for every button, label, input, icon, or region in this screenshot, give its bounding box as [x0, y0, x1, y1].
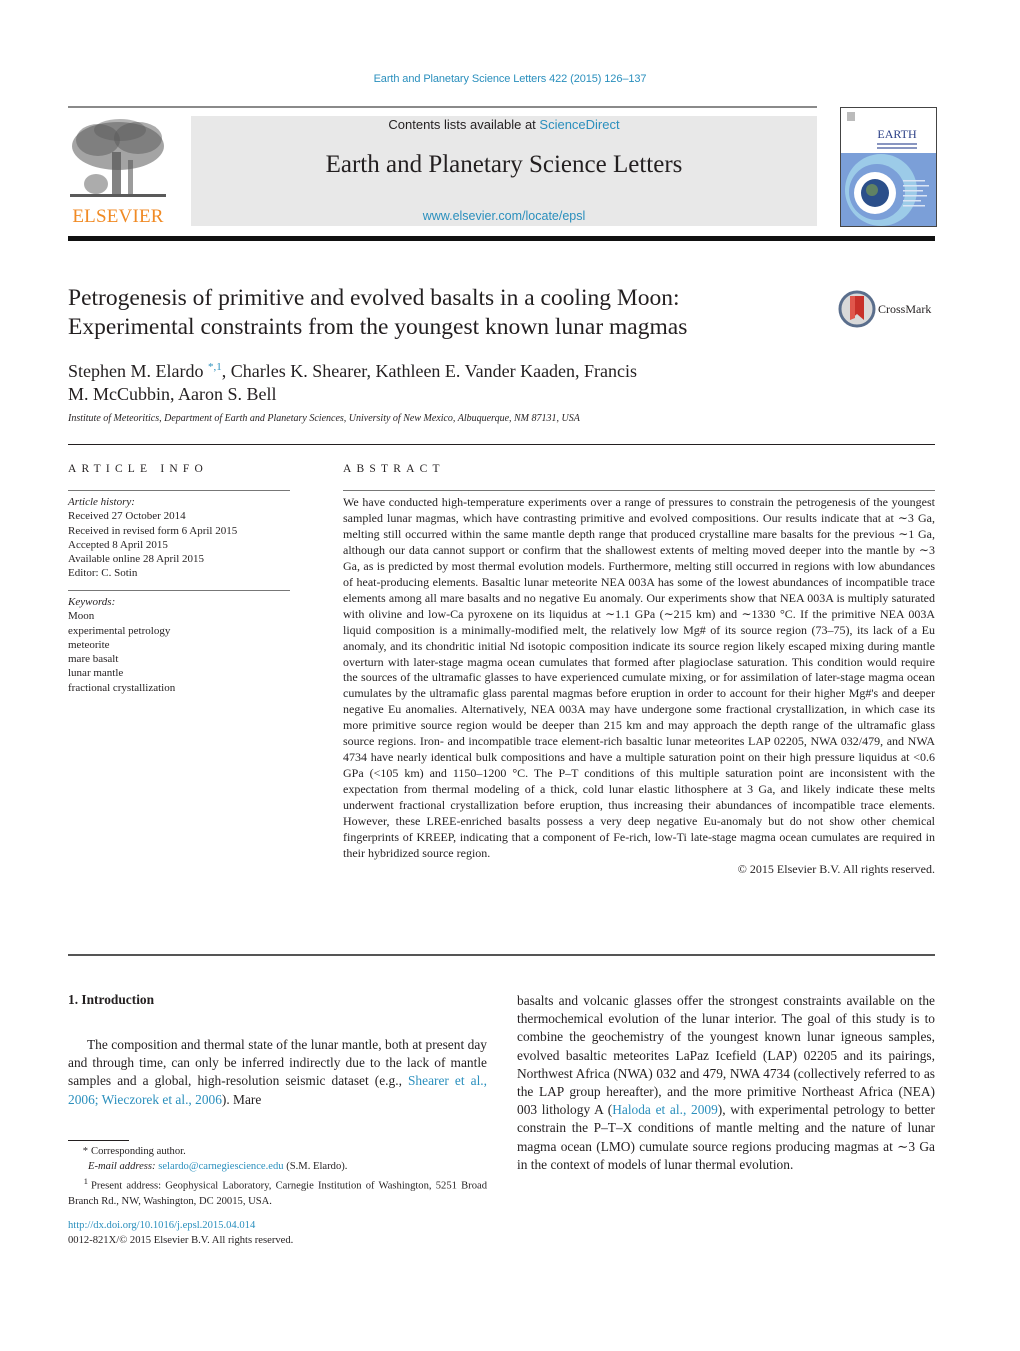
contents-prefix: Contents lists available at — [388, 117, 540, 132]
journal-reference[interactable]: Earth and Planetary Science Letters 422 … — [0, 73, 1020, 85]
title-separator — [68, 444, 935, 445]
footnote-mark: 1 — [83, 1176, 88, 1186]
contents-line: Contents lists available at ScienceDirec… — [191, 117, 817, 132]
footnote-present-address: 1 Present address: Geophysical Laboratory… — [68, 1174, 487, 1209]
citation-link[interactable]: Haloda et al., 2009 — [612, 1102, 718, 1117]
history-item: Available online 28 April 2015 — [68, 553, 205, 566]
crossmark-badge[interactable]: CrossMark — [838, 290, 938, 328]
email-label: E-mail address: — [88, 1161, 156, 1172]
keyword-item: fractional crystallization — [68, 681, 176, 694]
keywords-label: Keywords: — [68, 596, 116, 608]
intro-paragraph-1-continued: basalts and volcanic glasses offer the s… — [517, 992, 935, 1174]
abstract-copyright: © 2015 Elsevier B.V. All rights reserved… — [737, 861, 935, 876]
keyword-item: meteorite — [68, 638, 110, 651]
crossmark-label: CrossMark — [878, 302, 932, 316]
journal-cover-thumbnail[interactable]: EARTH — [840, 107, 937, 227]
keywords: Keywords: Moon experimental petrology me… — [68, 595, 175, 695]
intro-text: ). Mare — [221, 1091, 262, 1107]
article-title-line-2: Experimental constraints from the younge… — [68, 314, 688, 340]
author-line-2: M. McCubbin, Aaron S. Bell — [68, 384, 277, 404]
abstract-heading: ABSTRACT — [343, 463, 445, 475]
article-history-label: Article history: — [68, 496, 135, 508]
author-corresponding[interactable]: Stephen M. Elardo — [68, 361, 203, 381]
keyword-item: mare basalt — [68, 653, 119, 666]
elsevier-wordmark: ELSEVIER — [72, 206, 164, 227]
article-info-heading: ARTICLE INFO — [68, 463, 208, 475]
abstract-bottom-rule — [68, 954, 935, 956]
article-info-rule — [68, 490, 290, 491]
author-list-rest: , Charles K. Shearer, Kathleen E. Vander… — [221, 361, 638, 381]
body-column-right: basalts and volcanic glasses offer the s… — [517, 992, 935, 1174]
elsevier-logo[interactable]: ELSEVIER — [68, 116, 168, 228]
issn-copyright: 0012-821X/© 2015 Elsevier B.V. All right… — [68, 1235, 294, 1246]
doi-link[interactable]: http://dx.doi.org/10.1016/j.epsl.2015.04… — [68, 1218, 293, 1233]
header-thick-rule — [68, 236, 935, 241]
email-link[interactable]: selardo@carnegiescience.edu — [158, 1161, 283, 1172]
article-title-line-1: Petrogenesis of primitive and evolved ba… — [68, 285, 680, 311]
journal-title: Earth and Planetary Science Letters — [325, 151, 683, 178]
doi-block: http://dx.doi.org/10.1016/j.epsl.2015.04… — [68, 1218, 293, 1248]
author-list: Stephen M. Elardo *,1, Charles K. Sheare… — [68, 356, 768, 406]
abstract: We have conducted high-temperature exper… — [343, 495, 935, 878]
history-item: Received in revised form 6 April 2015 — [68, 524, 238, 537]
journal-masthead: Contents lists available at ScienceDirec… — [191, 116, 817, 226]
article-title: Petrogenesis of primitive and evolved ba… — [68, 284, 808, 342]
intro-text: basalts and volcanic glasses offer the s… — [517, 993, 935, 1118]
intro-paragraph-1: The composition and thermal state of the… — [68, 1036, 487, 1109]
footnote-text: Present address: Geophysical Laboratory,… — [68, 1180, 487, 1207]
author-footnote-marks[interactable]: *,1 — [208, 361, 222, 373]
footnote-email: E-mail address: selardo@carnegiescience.… — [68, 1159, 487, 1174]
footnote-mark: * — [82, 1146, 88, 1157]
keyword-item: Moon — [68, 610, 95, 623]
article-history: Article history: Received 27 October 201… — [68, 495, 237, 581]
cover-title: EARTH — [877, 127, 917, 141]
elsevier-tree-icon — [70, 119, 166, 197]
abstract-text: We have conducted high-temperature exper… — [343, 495, 935, 860]
footnote-corresponding: * Corresponding author. — [68, 1144, 487, 1159]
journal-cover-image: EARTH — [841, 108, 936, 226]
email-suffix: (S.M. Elardo). — [283, 1161, 348, 1172]
history-item: Received 27 October 2014 — [68, 510, 186, 523]
body-column-left: The composition and thermal state of the… — [68, 1036, 487, 1109]
author-line-1: Stephen M. Elardo *,1, Charles K. Sheare… — [68, 356, 768, 383]
affiliation: Institute of Meteoritics, Department of … — [68, 413, 580, 424]
keyword-item: experimental petrology — [68, 624, 171, 637]
footnote-rule — [68, 1140, 129, 1141]
sciencedirect-link[interactable]: ScienceDirect — [539, 117, 619, 132]
footnote-text: Corresponding author. — [91, 1146, 186, 1157]
crossmark-icon — [838, 290, 876, 328]
history-item: Accepted 8 April 2015 — [68, 538, 168, 551]
keywords-rule — [68, 590, 290, 591]
abstract-rule — [343, 490, 935, 491]
journal-url-link[interactable]: www.elsevier.com/locate/epsl — [191, 209, 817, 223]
section-heading-introduction: 1. Introduction — [68, 992, 155, 1007]
header-rule — [68, 106, 817, 108]
history-item: Editor: C. Sotin — [68, 567, 138, 580]
keyword-item: lunar mantle — [68, 667, 124, 680]
footnotes: * Corresponding author. E-mail address: s… — [68, 1144, 487, 1209]
